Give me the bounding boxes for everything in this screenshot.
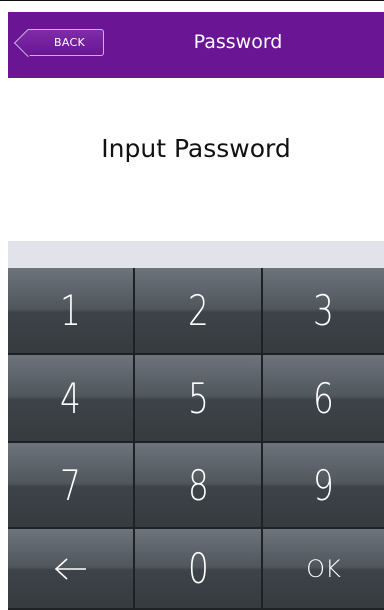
input-password-prompt: Input Password [101,134,291,163]
key-0-label: 0 [187,544,209,593]
left-arrow-icon [54,557,86,580]
header-bar: BACK Password [8,12,384,78]
key-6[interactable]: 6 [263,355,384,443]
page-title: Password [193,31,283,53]
key-4-label: 4 [60,373,81,423]
key-6-label: 6 [313,373,334,423]
ok-key[interactable]: OK [263,529,384,610]
key-9[interactable]: 9 [263,443,384,529]
prompt-area: Input Password [8,78,384,241]
numeric-keypad: 1 2 3 4 5 6 7 8 9 0 OK [8,268,384,610]
key-5[interactable]: 5 [135,355,263,443]
separator-strip [8,241,384,268]
key-5-label: 5 [187,373,209,423]
key-7-label: 7 [60,460,81,510]
key-1-label: 1 [60,286,81,335]
key-3[interactable]: 3 [263,268,384,355]
backspace-key[interactable] [8,529,135,610]
key-8[interactable]: 8 [135,443,263,529]
back-button[interactable]: BACK [28,29,104,56]
ok-key-label: OK [306,554,341,583]
key-7[interactable]: 7 [8,443,135,529]
key-0[interactable]: 0 [135,529,263,610]
key-2[interactable]: 2 [135,268,263,355]
key-3-label: 3 [313,286,334,335]
top-border [0,0,384,12]
key-1[interactable]: 1 [8,268,135,355]
key-8-label: 8 [187,460,209,510]
key-2-label: 2 [187,286,209,335]
key-9-label: 9 [313,460,334,510]
key-4[interactable]: 4 [8,355,135,443]
